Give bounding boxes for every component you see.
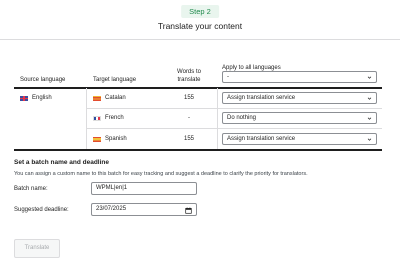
column-header-words-to-translate: Words to translate <box>177 69 201 83</box>
france-flag-icon <box>93 115 101 121</box>
words-count-spanish: 155 <box>183 136 194 142</box>
action-select-catalan-value: Assign translation service <box>227 95 296 101</box>
table-header-divider <box>14 87 382 89</box>
batch-name-input[interactable]: WPML|en|1 <box>91 182 197 195</box>
spain-flag-icon <box>93 136 101 142</box>
header-divider <box>0 39 400 40</box>
calendar-icon[interactable] <box>185 207 192 214</box>
deadline-label: Suggested deadline: <box>14 207 69 213</box>
step-badge: Step 2 <box>181 5 219 18</box>
page-title: Translate your content <box>157 21 243 31</box>
apply-all-select-value: - <box>227 74 229 80</box>
column-header-source-language: Source language <box>20 77 66 83</box>
target-language-french: French <box>105 115 124 121</box>
target-language-spanish: Spanish <box>105 136 127 142</box>
column-divider <box>86 88 87 149</box>
source-language-label: English <box>32 95 52 101</box>
words-count-french: - <box>188 115 190 121</box>
column-divider <box>217 88 218 149</box>
chevron-down-icon <box>367 76 372 79</box>
table-bottom-divider <box>14 149 382 151</box>
batch-section-description: You can assign a custom name to this bat… <box>14 171 308 177</box>
chevron-down-icon <box>367 138 372 141</box>
batch-name-label: Batch name: <box>14 186 48 192</box>
column-header-target-language: Target language <box>93 77 137 83</box>
catalonia-flag-icon <box>93 95 101 101</box>
apply-all-select[interactable]: - <box>222 71 377 83</box>
row-divider <box>86 108 382 109</box>
deadline-value: 23/07/2025 <box>96 206 127 212</box>
uk-flag-icon <box>20 95 28 101</box>
translate-button[interactable]: Translate <box>14 239 60 258</box>
action-select-spanish-value: Assign translation service <box>227 136 296 142</box>
chevron-down-icon <box>367 97 372 100</box>
action-select-french[interactable]: Do nothing <box>222 112 377 124</box>
batch-section-title: Set a batch name and deadline <box>14 159 109 166</box>
row-divider <box>86 128 382 129</box>
action-select-spanish[interactable]: Assign translation service <box>222 133 377 145</box>
action-select-french-value: Do nothing <box>227 115 257 121</box>
deadline-date-input[interactable]: 23/07/2025 <box>91 203 197 216</box>
chevron-down-icon <box>367 117 372 120</box>
target-language-catalan: Catalan <box>105 95 126 101</box>
batch-name-value: WPML|en|1 <box>96 185 128 191</box>
action-select-catalan[interactable]: Assign translation service <box>222 92 377 104</box>
words-count-catalan: 155 <box>183 95 194 101</box>
